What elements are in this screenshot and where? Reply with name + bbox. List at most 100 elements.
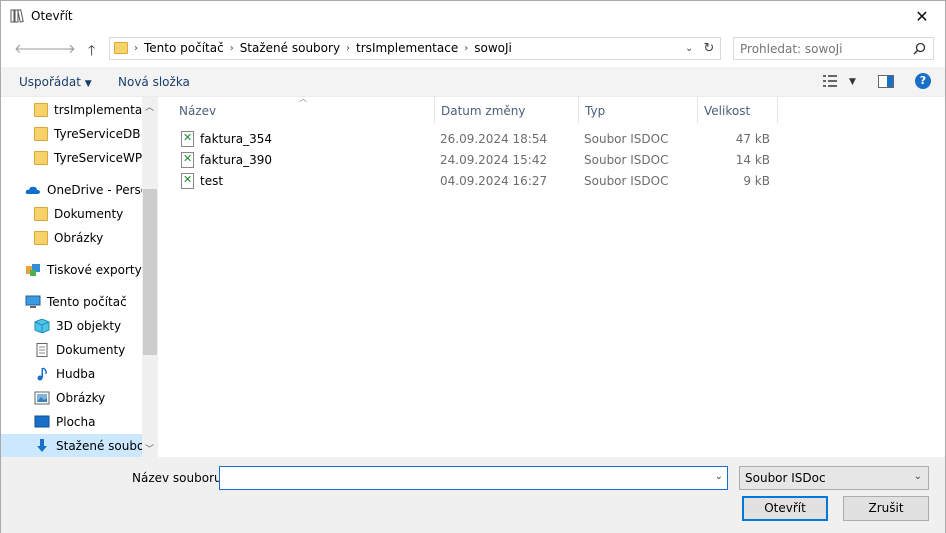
file-size: 9 kB <box>743 174 770 188</box>
scroll-up-icon[interactable]: ︿ <box>145 100 154 113</box>
file-size: 47 kB <box>735 132 770 146</box>
folder-icon <box>34 103 48 117</box>
nav-item-onedrive-obrazky[interactable]: Obrázky <box>34 226 103 250</box>
desktop-icon <box>34 415 50 428</box>
close-icon: ✕ <box>915 7 929 26</box>
nav-item-label: TyreServiceDB <box>54 127 141 141</box>
download-icon <box>37 439 47 452</box>
close-button[interactable]: ✕ <box>899 1 945 32</box>
address-history-chevron-down-icon[interactable]: ⌄ <box>685 43 693 54</box>
nav-item-hudba[interactable]: Hudba <box>34 362 95 386</box>
dialog-footer: Název souboru: ⌄ Soubor ISDoc ⌄ Otevřít … <box>1 457 945 533</box>
nav-item-label: OneDrive - Persor <box>47 183 154 197</box>
filename-input[interactable] <box>223 468 703 488</box>
help-icon[interactable]: ? <box>915 73 931 89</box>
file-type: Soubor ISDOC <box>584 132 669 146</box>
refresh-button[interactable]: ↻ <box>699 39 719 59</box>
up-button[interactable]: 🡑 <box>88 40 95 64</box>
isdoc-file-icon <box>181 131 194 147</box>
file-date: 24.09.2024 15:42 <box>440 153 548 167</box>
navigation-pane: trsImplementace TyreServiceDB TyreServic… <box>1 97 158 457</box>
column-header-date[interactable]: Datum změny <box>435 97 579 123</box>
nav-item-3d-objekty[interactable]: 3D objekty <box>34 314 121 338</box>
organize-button[interactable]: Uspořádat ▼ <box>19 75 92 89</box>
window-title: Otevřít <box>31 9 73 23</box>
filetype-value: Soubor ISDoc <box>745 471 826 485</box>
file-date: 26.09.2024 18:54 <box>440 132 548 146</box>
column-header-size[interactable]: Velikost <box>698 97 778 123</box>
nav-item-plocha[interactable]: Plocha <box>34 410 95 434</box>
nav-item-label: Tiskové exporty z <box>47 263 152 277</box>
chevron-down-icon: ⌄ <box>913 471 922 482</box>
print-export-icon <box>26 264 40 276</box>
nav-item-tento-pocitac[interactable]: Tento počítač <box>25 290 127 314</box>
preview-pane-icon[interactable] <box>878 75 894 88</box>
nav-item-label: Obrázky <box>56 391 106 405</box>
nav-item-obrazky[interactable]: Obrázky <box>34 386 105 410</box>
search-input[interactable] <box>740 39 910 59</box>
nav-item-tiskove-exporty[interactable]: Tiskové exporty z <box>25 258 152 282</box>
breadcrumb-item[interactable]: Tento počítač <box>138 41 230 55</box>
nav-item-label: Tento počítač <box>47 295 127 309</box>
view-details-icon[interactable] <box>823 75 841 87</box>
filename-label: Název souboru: <box>132 471 226 485</box>
search-icon <box>913 42 926 55</box>
breadcrumb-item[interactable]: trsImplementace <box>350 41 464 55</box>
filename-combobox[interactable]: ⌄ <box>219 466 728 490</box>
nav-item-label: 3D objekty <box>56 319 122 333</box>
folder-icon <box>34 127 48 141</box>
open-button[interactable]: Otevřít <box>742 496 828 521</box>
cancel-button[interactable]: Zrušit <box>843 496 929 521</box>
nav-item-label: Plocha <box>56 415 96 429</box>
file-row[interactable]: test 04.09.2024 16:27 Soubor ISDOC 9 kB <box>178 171 778 192</box>
app-library-icon <box>10 9 24 23</box>
search-box[interactable] <box>733 37 934 60</box>
folder-icon <box>34 151 48 165</box>
column-header-label: Typ <box>585 104 606 118</box>
scroll-down-icon[interactable]: ﹀ <box>145 442 154 455</box>
column-header-type[interactable]: Typ <box>579 97 698 123</box>
file-type: Soubor ISDOC <box>584 153 669 167</box>
breadcrumb: › Tento počítač › Stažené soubory › trsI… <box>134 41 518 55</box>
view-options-caret-down-icon[interactable]: ▼ <box>849 77 856 87</box>
nav-item-onedrive[interactable]: OneDrive - Persor <box>25 178 153 202</box>
file-name: faktura_354 <box>200 132 273 146</box>
command-toolbar: Uspořádat ▼ Nová složka ▼ ? <box>1 67 945 97</box>
nav-item-trsimplementace[interactable]: trsImplementace <box>34 98 156 122</box>
filetype-select[interactable]: Soubor ISDoc ⌄ <box>739 466 929 490</box>
nav-item-tyreservicedb[interactable]: TyreServiceDB <box>34 122 140 146</box>
nav-item-label: trsImplementace <box>54 103 157 117</box>
recent-locations-chevron-down-icon[interactable]: ⌄ <box>68 43 76 53</box>
file-size: 14 kB <box>735 153 770 167</box>
isdoc-file-icon <box>181 152 194 168</box>
document-icon <box>36 343 48 357</box>
breadcrumb-item[interactable]: sowoJi <box>468 41 518 55</box>
column-header-label: Datum změny <box>441 104 526 118</box>
open-file-dialog: Otevřít ✕ 🡐 🡒 ⌄ 🡑 › Tento počítač › Staž… <box>0 0 946 533</box>
nav-item-dokumenty[interactable]: Dokumenty <box>34 338 125 362</box>
file-type: Soubor ISDOC <box>584 174 669 188</box>
folder-icon <box>34 207 48 221</box>
nav-item-tyreservicewpf[interactable]: TyreServiceWPF( <box>34 146 154 170</box>
scrollbar-thumb[interactable] <box>143 189 157 355</box>
music-icon <box>37 367 47 381</box>
picture-icon <box>34 391 50 405</box>
isdoc-file-icon <box>181 173 194 189</box>
address-bar[interactable]: › Tento počítač › Stažené soubory › trsI… <box>109 37 721 60</box>
nav-item-onedrive-dokumenty[interactable]: Dokumenty <box>34 202 123 226</box>
filename-history-chevron-down-icon[interactable]: ⌄ <box>715 471 723 482</box>
nav-item-label: Dokumenty <box>54 207 124 221</box>
file-name: faktura_390 <box>200 153 273 167</box>
new-folder-button[interactable]: Nová složka <box>118 75 190 89</box>
file-row[interactable]: faktura_390 24.09.2024 15:42 Soubor ISDO… <box>178 150 778 171</box>
nav-item-label: Dokumenty <box>56 343 126 357</box>
nav-item-label: TyreServiceWPF( <box>54 151 154 165</box>
nav-item-stazene-soubory[interactable]: Stažené soubory <box>1 434 156 457</box>
column-header-label: Velikost <box>704 104 751 118</box>
file-row[interactable]: faktura_354 26.09.2024 18:54 Soubor ISDO… <box>178 129 778 150</box>
nav-item-label: Obrázky <box>54 231 104 245</box>
navigation-scrollbar[interactable]: ︿ ﹀ <box>142 97 158 457</box>
column-header-name[interactable]: Název <box>173 97 435 123</box>
file-name: test <box>200 174 224 188</box>
breadcrumb-item[interactable]: Stažené soubory <box>234 41 346 55</box>
